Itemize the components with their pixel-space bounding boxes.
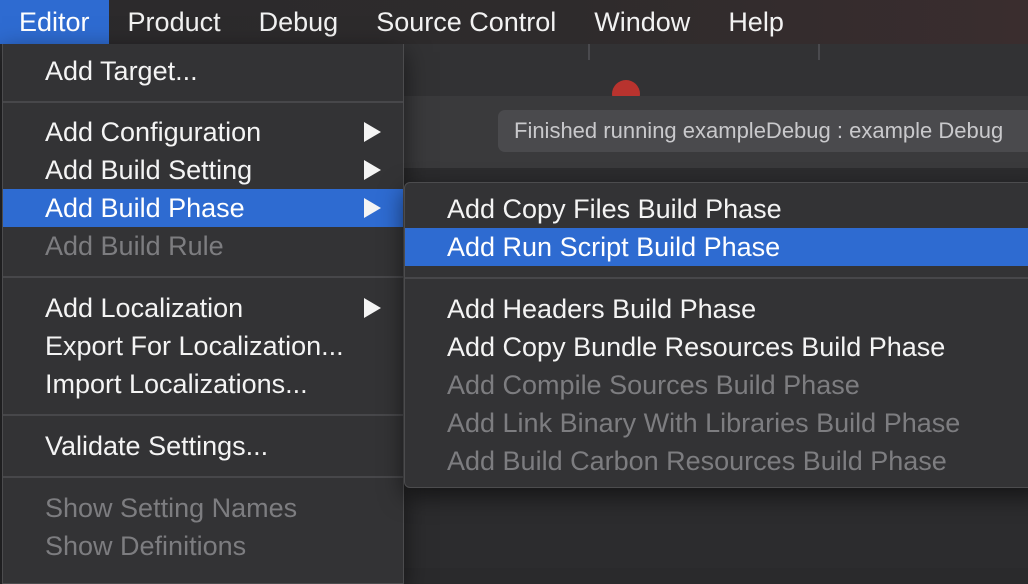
- menu-item-show-setting-names: Show Setting Names: [3, 489, 403, 527]
- menu-item-show-definitions: Show Definitions: [3, 527, 403, 565]
- menu-item-label: Add Link Binary With Libraries Build Pha…: [447, 407, 961, 438]
- menu-separator: [3, 476, 403, 478]
- window-toolbar: [400, 44, 1028, 97]
- menu-item-import-localizations[interactable]: Import Localizations...: [3, 365, 403, 403]
- activity-status: Finished running exampleDebug : example …: [498, 110, 1028, 152]
- menu-item-label: Add Build Rule: [45, 230, 224, 261]
- menu-separator: [3, 101, 403, 103]
- menu-item-label: Show Setting Names: [45, 492, 298, 523]
- menu-item-export-for-localization[interactable]: Export For Localization...: [3, 327, 403, 365]
- menu-item-add-build-phase[interactable]: Add Build Phase: [3, 189, 403, 227]
- menu-item-add-build-rule: Add Build Rule: [3, 227, 403, 265]
- menu-item-label: Import Localizations...: [45, 368, 308, 399]
- menu-item-label: Add Build Carbon Resources Build Phase: [447, 445, 947, 476]
- submenu-item-add-link-binary-build-phase: Add Link Binary With Libraries Build Pha…: [405, 404, 1028, 442]
- menu-item-label: Add Compile Sources Build Phase: [447, 369, 860, 400]
- menu-item-add-target[interactable]: Add Target...: [3, 52, 403, 90]
- menubar-source-control[interactable]: Source Control: [357, 0, 575, 44]
- submenu-item-add-build-carbon-resources-build-phase: Add Build Carbon Resources Build Phase: [405, 442, 1028, 480]
- menubar-product[interactable]: Product: [109, 0, 240, 44]
- submenu-item-add-copy-files-build-phase[interactable]: Add Copy Files Build Phase: [405, 190, 1028, 228]
- menu-bar: Editor Product Debug Source Control Wind…: [0, 0, 1028, 44]
- menu-item-validate-settings[interactable]: Validate Settings...: [3, 427, 403, 465]
- menu-item-label: Add Headers Build Phase: [447, 293, 757, 324]
- menu-item-label: Add Target...: [45, 55, 198, 86]
- submenu-item-add-run-script-build-phase[interactable]: Add Run Script Build Phase: [405, 228, 1028, 266]
- menu-item-label: Add Copy Bundle Resources Build Phase: [447, 331, 946, 362]
- submenu-item-add-compile-sources-build-phase: Add Compile Sources Build Phase: [405, 366, 1028, 404]
- build-phase-submenu: Add Copy Files Build Phase Add Run Scrip…: [404, 182, 1028, 488]
- menu-item-label: Add Build Phase: [45, 192, 245, 223]
- menu-item-add-configuration[interactable]: Add Configuration: [3, 113, 403, 151]
- submenu-arrow-icon: [364, 198, 381, 218]
- menu-separator: [405, 277, 1028, 279]
- submenu-arrow-icon: [364, 122, 381, 142]
- menu-item-label: Add Copy Files Build Phase: [447, 193, 782, 224]
- menu-item-label: Add Run Script Build Phase: [447, 231, 781, 262]
- menu-separator: [3, 276, 403, 278]
- menu-item-add-build-setting[interactable]: Add Build Setting: [3, 151, 403, 189]
- submenu-item-add-headers-build-phase[interactable]: Add Headers Build Phase: [405, 290, 1028, 328]
- menu-item-add-localization[interactable]: Add Localization: [3, 289, 403, 327]
- submenu-item-add-copy-bundle-resources-build-phase[interactable]: Add Copy Bundle Resources Build Phase: [405, 328, 1028, 366]
- menu-item-label: Validate Settings...: [45, 430, 269, 461]
- menu-item-label: Add Localization: [45, 292, 244, 323]
- menu-item-label: Add Configuration: [45, 116, 262, 147]
- menubar-window[interactable]: Window: [575, 0, 709, 44]
- menubar-debug[interactable]: Debug: [240, 0, 358, 44]
- menubar-editor[interactable]: Editor: [0, 0, 109, 44]
- submenu-arrow-icon: [364, 298, 381, 318]
- menu-item-label: Export For Localization...: [45, 330, 344, 361]
- activity-status-text: Finished running exampleDebug : example …: [514, 118, 1004, 143]
- submenu-arrow-icon: [364, 160, 381, 180]
- menu-item-label: Show Definitions: [45, 530, 247, 561]
- menu-item-label: Add Build Setting: [45, 154, 253, 185]
- menu-separator: [3, 414, 403, 416]
- editor-menu: Add Target... Add Configuration Add Buil…: [2, 44, 404, 584]
- menubar-help[interactable]: Help: [709, 0, 803, 44]
